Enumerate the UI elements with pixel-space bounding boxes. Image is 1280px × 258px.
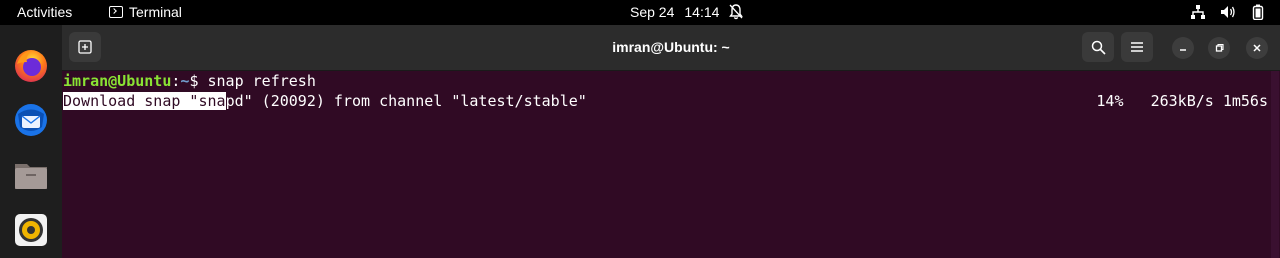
app-menu[interactable]: Terminal [109, 4, 182, 20]
clock[interactable]: Sep 24 14:14 [630, 4, 719, 20]
progress-percent: 14% [1096, 92, 1124, 110]
thunderbird-icon[interactable] [12, 101, 50, 139]
command-line: imran@Ubuntu:~$ snap refresh [63, 71, 316, 91]
output-line: Download snap "snapd" (20092) from chann… [63, 91, 587, 111]
menu-button[interactable] [1121, 32, 1153, 62]
dock [0, 25, 62, 258]
command-text: snap refresh [207, 72, 316, 90]
app-menu-label: Terminal [129, 4, 182, 20]
hamburger-menu-icon [1131, 42, 1143, 52]
selected-text: Download snap "sna [63, 92, 226, 110]
scrollbar[interactable] [1271, 71, 1279, 258]
files-icon[interactable] [12, 156, 50, 194]
activities-button[interactable]: Activities [17, 4, 72, 20]
terminal-content[interactable]: imran@Ubuntu:~$ snap refresh Download sn… [62, 71, 1280, 258]
clock-time: 14:14 [684, 4, 720, 20]
maximize-button[interactable] [1208, 37, 1230, 59]
minimize-icon [1180, 49, 1186, 51]
header-bar: imran@Ubuntu: ~ [62, 25, 1280, 71]
search-button[interactable] [1082, 32, 1114, 62]
system-tray[interactable] [1190, 4, 1266, 20]
top-bar: Activities Terminal Sep 24 14:14 [0, 0, 1280, 25]
volume-icon [1221, 6, 1235, 18]
firefox-icon[interactable] [12, 46, 50, 84]
close-button[interactable] [1246, 37, 1268, 59]
rhythmbox-icon[interactable] [12, 211, 50, 249]
terminal-window: imran@Ubuntu: ~ imran@Ubuntu:~$ snap ref… [62, 25, 1280, 258]
clock-date: Sep 24 [630, 4, 675, 20]
restore-icon [1215, 43, 1224, 52]
download-stats: 14% 263kB/s 1m56s [1096, 91, 1268, 111]
network-icon [1191, 5, 1205, 19]
minimize-button[interactable] [1172, 37, 1194, 59]
prompt-symbol: $ [189, 72, 208, 90]
output-text: pd" (20092) from channel "latest/stable" [225, 92, 587, 110]
battery-icon [1252, 4, 1264, 20]
download-speed: 263kB/s [1150, 92, 1214, 110]
download-eta: 1m56s [1222, 92, 1268, 110]
prompt-user: imran@Ubuntu [63, 72, 172, 90]
search-icon [1091, 40, 1106, 55]
close-icon [1253, 44, 1261, 52]
terminal-app-icon [109, 6, 123, 18]
notification-bell-icon[interactable] [729, 4, 743, 20]
